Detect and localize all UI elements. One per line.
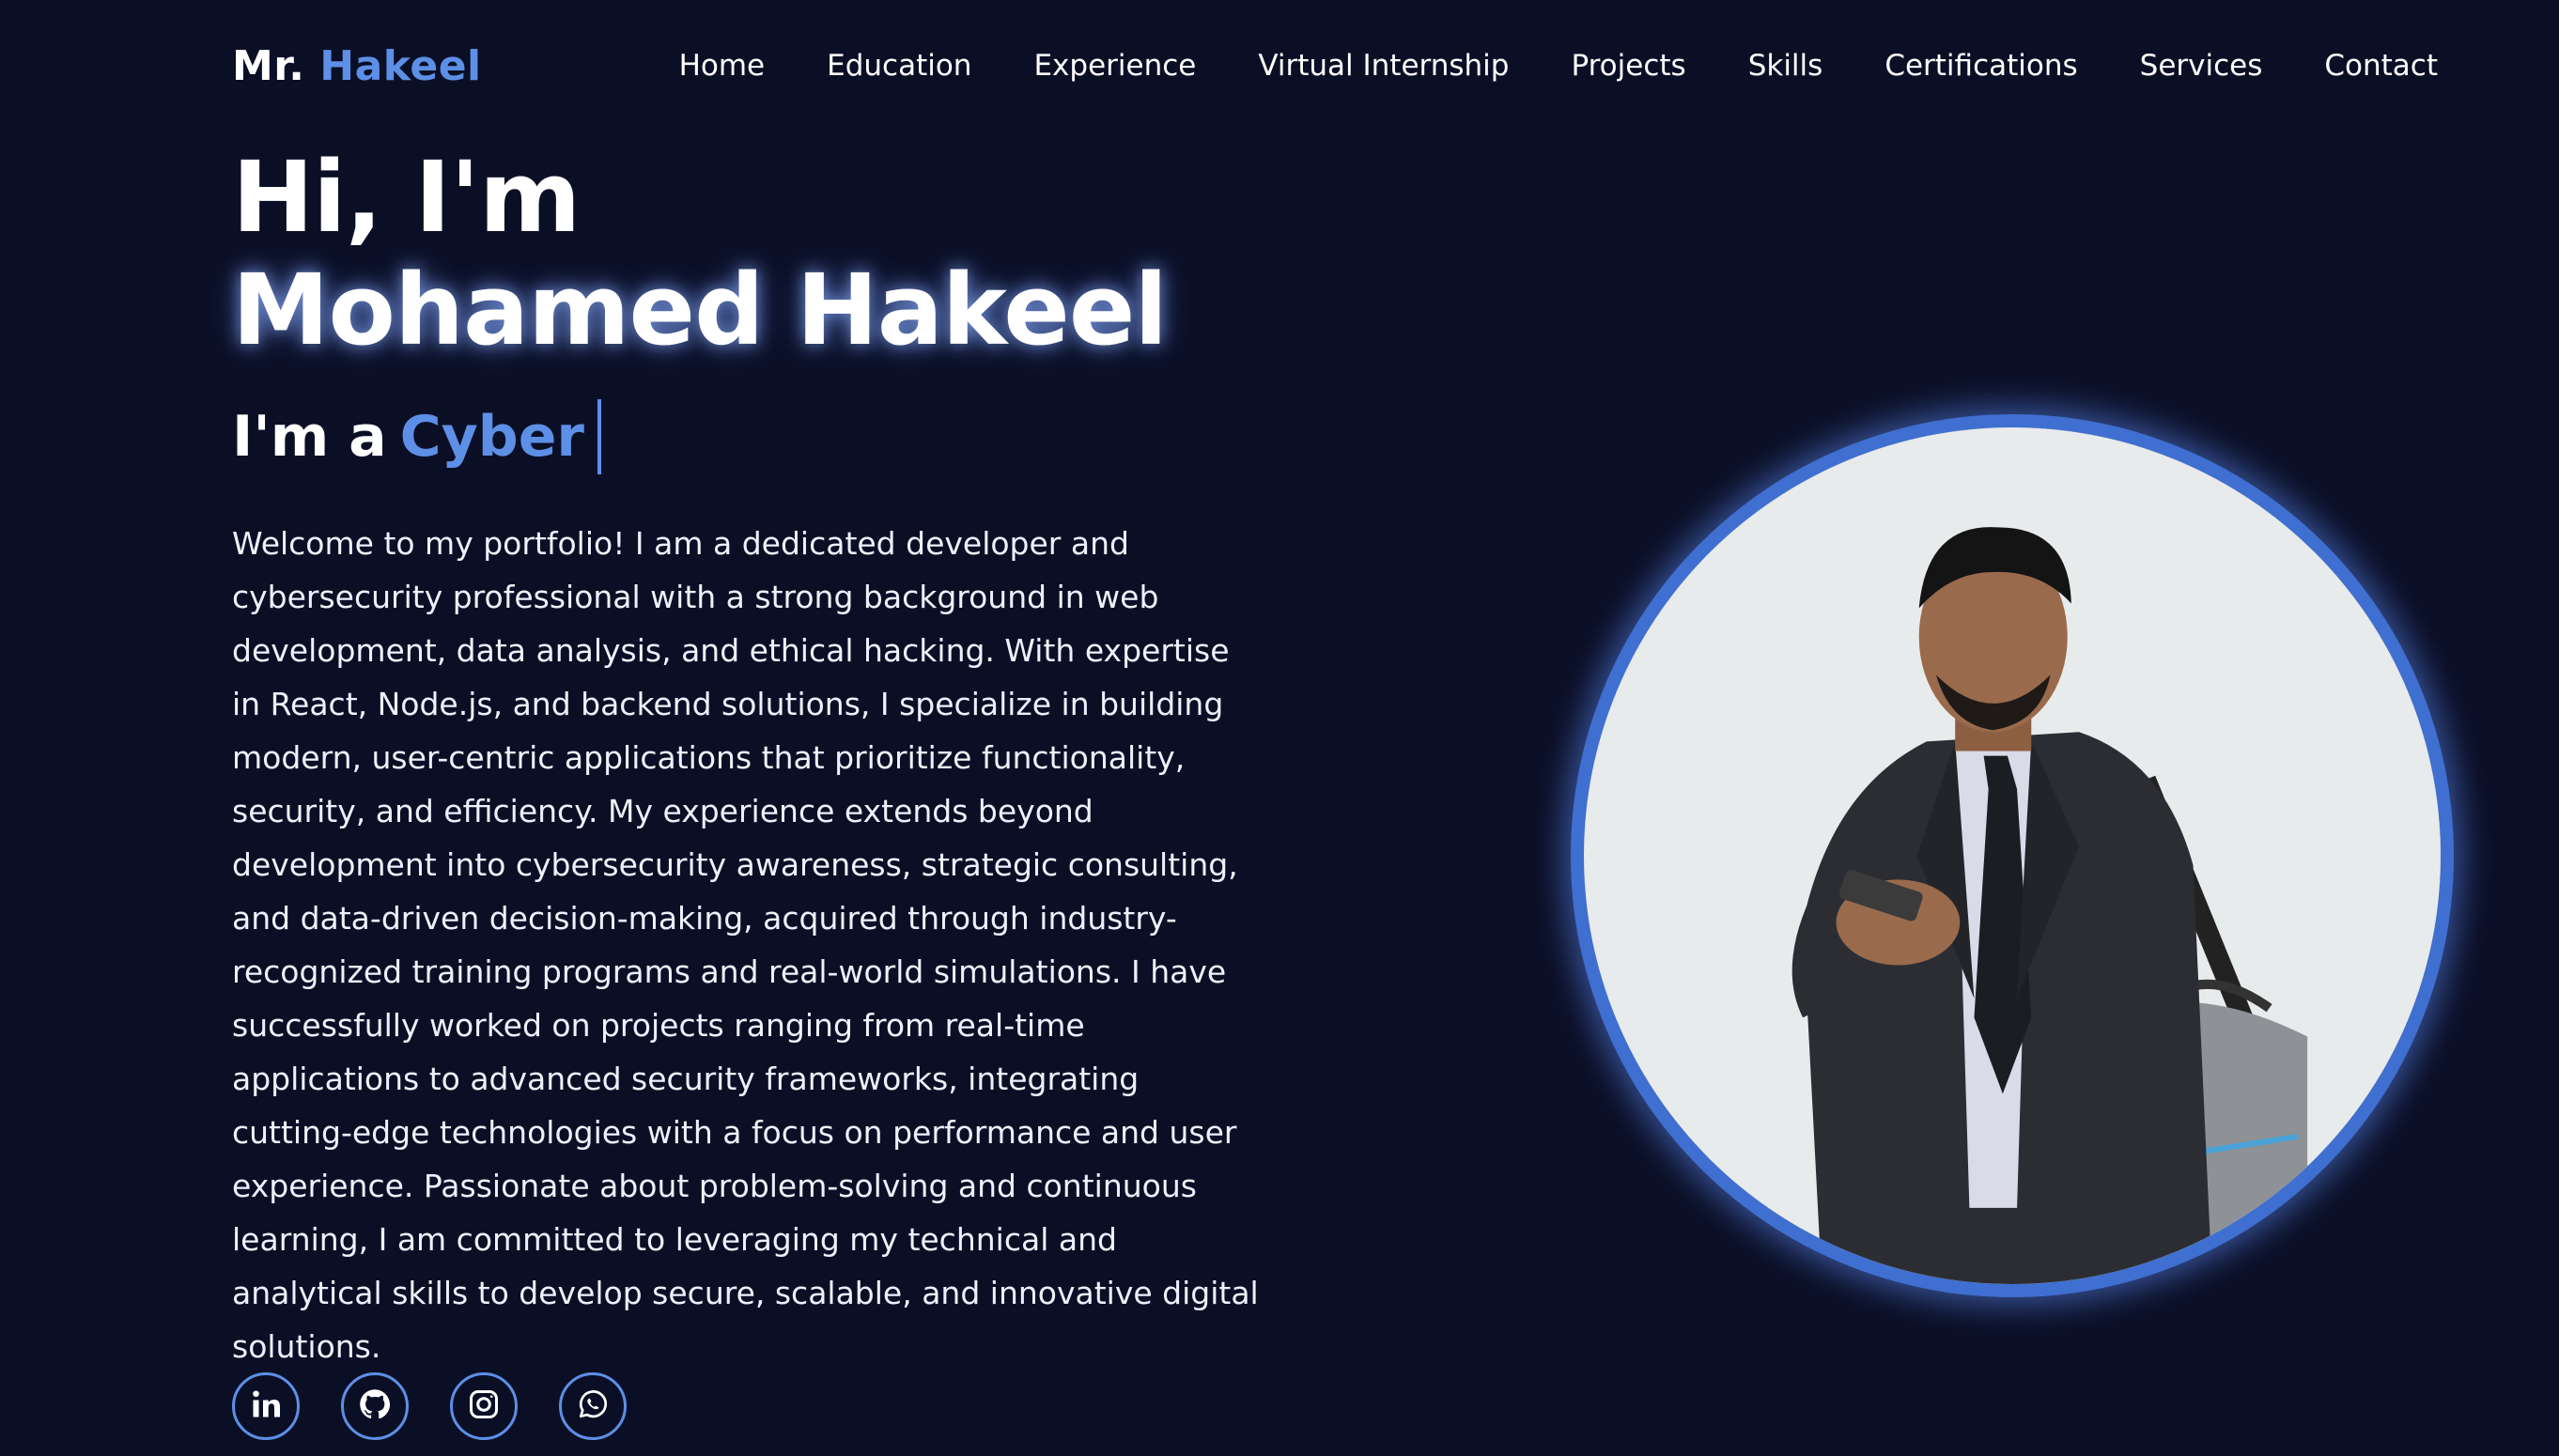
whatsapp-icon [576,1387,610,1425]
role-typed-text: Cyber [399,404,584,470]
nav-link-contact[interactable]: Contact [2324,49,2438,83]
nav-menu: Home Education Experience Virtual Intern… [679,49,2438,83]
profile-photo [1571,414,2454,1297]
nav-link-services[interactable]: Services [2140,49,2263,83]
typing-cursor [597,399,601,474]
whatsapp-link[interactable] [559,1372,627,1440]
brand-accent: Hakeel [319,41,482,90]
role-typewriter: I'm a Cyber [232,398,1275,475]
hero-section: Hi, I'm Mohamed Hakeel I'm a Cyber Welco… [232,141,1275,1404]
profile-photo-illustration [1584,427,2441,1284]
instagram-icon [467,1387,501,1425]
social-links [232,1372,627,1440]
nav-link-experience[interactable]: Experience [1033,49,1196,83]
nav-link-virtual-internship[interactable]: Virtual Internship [1258,49,1509,83]
hero-greeting: Hi, I'm [232,140,581,255]
portfolio-page: Mr. Hakeel Home Education Experience Vir… [0,0,2559,1456]
github-link[interactable] [341,1372,409,1440]
hero-bio: Welcome to my portfolio! I am a dedicate… [232,525,1259,1365]
github-icon [358,1387,392,1425]
nav-link-skills[interactable]: Skills [1748,49,1823,83]
nav-link-home[interactable]: Home [679,49,766,83]
nav-link-certifications[interactable]: Certifications [1884,49,2077,83]
brand-prefix: Mr. [232,41,305,90]
nav-link-projects[interactable]: Projects [1571,49,1685,83]
nav-link-education[interactable]: Education [827,49,971,83]
brand-logo[interactable]: Mr. Hakeel [232,42,482,90]
hero-name: Mohamed Hakeel [232,253,1168,367]
role-prefix: I'm a [232,404,387,470]
linkedin-icon [249,1387,283,1425]
navbar: Mr. Hakeel Home Education Experience Vir… [232,38,2438,94]
instagram-link[interactable] [450,1372,518,1440]
linkedin-link[interactable] [232,1372,300,1440]
